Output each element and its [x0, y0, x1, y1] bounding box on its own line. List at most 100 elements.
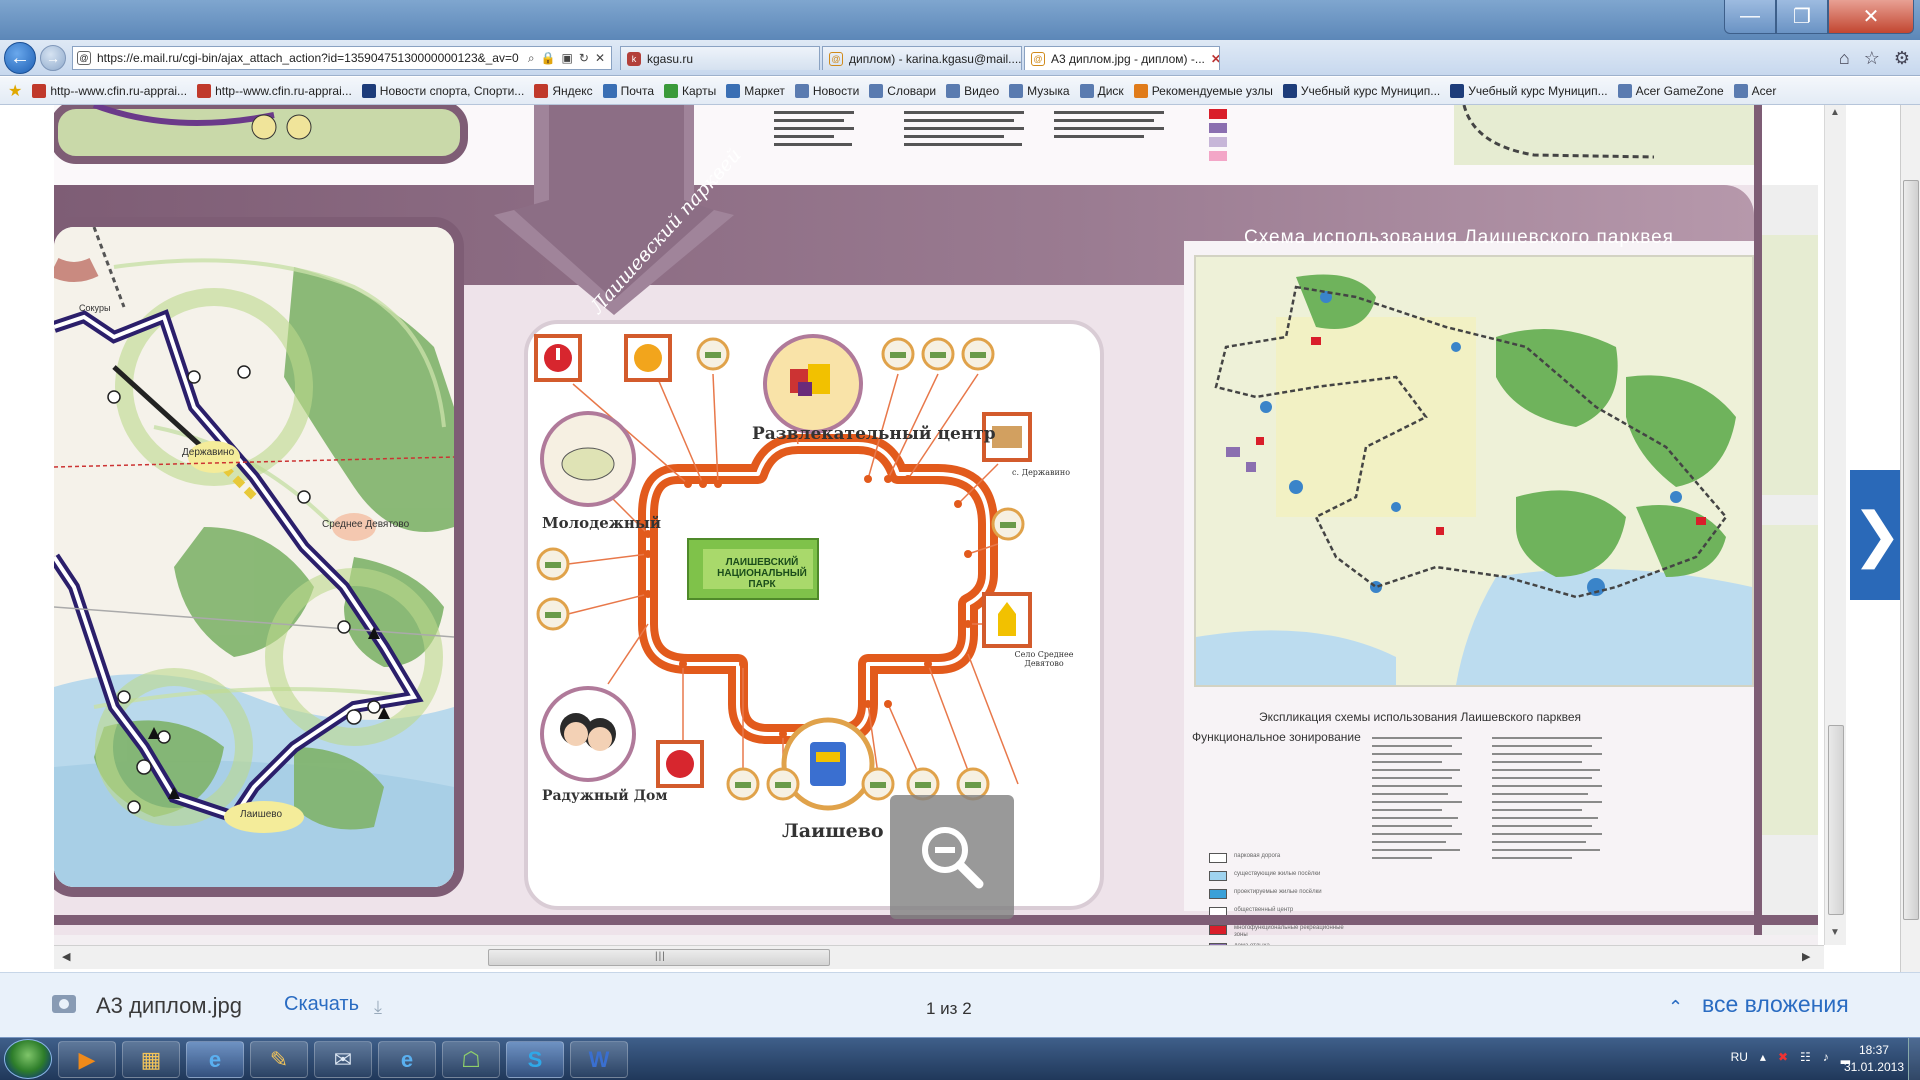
lock-icon[interactable]: 🔒	[541, 51, 556, 66]
functional-zoning-title: Функциональное зонирование	[1192, 730, 1361, 744]
favorite-label: Видео	[964, 83, 1000, 98]
site-favicon-icon: @	[77, 51, 91, 65]
favorite-link[interactable]: http--www.cfin.ru-apprai...	[197, 83, 352, 98]
favorite-label: Почта	[620, 83, 654, 98]
scroll-thumb[interactable]: |||	[488, 949, 830, 966]
window-title-bar: — ❐ ✕	[0, 0, 1920, 40]
grip-icon: |||	[655, 951, 666, 962]
favorite-label: Словари	[887, 83, 937, 98]
star-icon[interactable]: ☆	[1864, 48, 1880, 69]
minimize-button[interactable]: —	[1724, 0, 1776, 34]
gear-icon[interactable]: ⚙	[1894, 48, 1910, 69]
favorite-label: Новости	[812, 83, 860, 98]
scroll-left-icon[interactable]: ◀	[62, 950, 70, 963]
favorite-label: http--www.cfin.ru-apprai...	[215, 83, 352, 98]
taskbar-explorer[interactable]: ▦	[122, 1041, 180, 1078]
taskbar-people[interactable]: ☖	[442, 1041, 500, 1078]
browser-tools: ⌂ ☆ ⚙	[1839, 48, 1910, 69]
close-window-button[interactable]: ✕	[1828, 0, 1914, 34]
favorite-link[interactable]: Новости	[794, 83, 860, 98]
favorite-link[interactable]: Диск	[1079, 83, 1124, 98]
window-controls: — ❐ ✕	[1724, 0, 1914, 36]
close-tab-icon[interactable]: ✕	[1211, 52, 1219, 66]
search-icon[interactable]: ⌕	[528, 51, 535, 66]
clock[interactable]: 18:37 31.01.2013	[1844, 1042, 1904, 1076]
taskbar-mail[interactable]: ✉	[314, 1041, 372, 1078]
favorite-link[interactable]: Видео	[946, 83, 1000, 98]
scroll-up-icon[interactable]: ▲	[1830, 107, 1840, 118]
page-vertical-scrollbar[interactable]	[1900, 105, 1920, 972]
favorite-link[interactable]: Словари	[869, 83, 937, 98]
start-button[interactable]	[4, 1039, 52, 1079]
favorite-link[interactable]: Музыка	[1009, 83, 1070, 98]
scroll-thumb[interactable]	[1903, 180, 1919, 920]
clock-date: 31.01.2013	[1843, 1060, 1904, 1074]
kids-center-label: Радужный Дом	[542, 788, 668, 804]
legend-swatch	[1209, 871, 1227, 881]
parkway-diagram	[534, 334, 1032, 811]
scroll-thumb[interactable]	[1828, 725, 1844, 915]
image-vertical-scrollbar[interactable]: ▲ ▼	[1824, 105, 1846, 945]
show-desktop-button[interactable]	[1908, 1038, 1920, 1080]
tab-kgasu[interactable]: k kgasu.ru	[620, 46, 820, 70]
stop-icon[interactable]: ✕	[595, 51, 605, 66]
favorite-link[interactable]: Рекомендуемые узлы	[1133, 83, 1273, 98]
address-bar[interactable]: @ https://e.mail.ru/cgi-bin/ajax_attach_…	[72, 46, 612, 70]
tab-attachment[interactable]: @ А3 диплом.jpg - диплом) -... ✕	[1024, 46, 1220, 70]
download-link[interactable]: Скачать	[284, 993, 359, 1016]
arrow-left-icon: ←	[10, 46, 30, 69]
forward-button[interactable]: →	[40, 45, 66, 71]
favorite-link[interactable]: Acer	[1733, 83, 1776, 98]
favorite-label: Яндекс	[552, 83, 593, 98]
compat-icon[interactable]: ▣	[562, 51, 573, 66]
taskbar-skype[interactable]: S	[506, 1041, 564, 1078]
arrow-right-icon: →	[46, 50, 60, 66]
language-indicator[interactable]: RU	[1731, 1050, 1748, 1064]
all-attachments-link[interactable]: все вложения	[1702, 991, 1849, 1018]
favorite-link[interactable]: Учебный курс Муницип...	[1282, 83, 1440, 98]
favorite-link[interactable]: Карты	[664, 83, 716, 98]
bookmark-icon	[32, 83, 47, 98]
bookmark-icon	[1079, 83, 1094, 98]
taskbar-ie-2[interactable]: e	[378, 1041, 436, 1078]
tray-arrow-icon[interactable]: ▴	[1760, 1050, 1766, 1064]
favorite-label: http--www.cfin.ru-apprai...	[50, 83, 188, 98]
laishevo-label: Лаишево	[782, 820, 884, 842]
scroll-down-icon[interactable]: ▼	[1830, 927, 1840, 938]
scroll-right-icon[interactable]: ▶	[1802, 950, 1810, 963]
favorite-link[interactable]: Учебный курс Муницип...	[1450, 83, 1608, 98]
download-icon[interactable]: ⤓	[374, 997, 382, 1018]
home-icon[interactable]: ⌂	[1839, 48, 1850, 69]
favorites-star-icon[interactable]: ★	[8, 81, 22, 101]
paint-icon: ✎	[269, 1046, 289, 1072]
favorites-bar: ★ http--www.cfin.ru-apprai... http--www.c…	[0, 77, 1920, 105]
favorite-link[interactable]: Почта	[602, 83, 654, 98]
bookmark-icon	[1009, 83, 1024, 98]
address-url[interactable]: https://e.mail.ru/cgi-bin/ajax_attach_ac…	[97, 51, 522, 65]
favorite-link[interactable]: Acer GameZone	[1617, 83, 1724, 98]
maximize-button[interactable]: ❐	[1776, 0, 1828, 34]
network-icon[interactable]: ☷	[1800, 1050, 1811, 1064]
scheme-map-graphic	[1196, 257, 1752, 685]
favorite-link[interactable]: Маркет	[726, 83, 785, 98]
back-button[interactable]: ←	[4, 42, 36, 74]
zoom-out-button[interactable]	[890, 795, 1014, 919]
next-attachment-button[interactable]: ❯	[1850, 470, 1904, 600]
taskbar-word[interactable]: W	[570, 1041, 628, 1078]
bookmark-icon	[726, 83, 741, 98]
taskbar-ie[interactable]: e	[186, 1041, 244, 1078]
volume-icon[interactable]: ♪	[1823, 1050, 1829, 1064]
clock-time: 18:37	[1858, 1043, 1889, 1057]
favorite-link[interactable]: Яндекс	[534, 83, 593, 98]
antivirus-icon[interactable]: ✖	[1778, 1050, 1788, 1064]
chevron-up-icon[interactable]: ⌃	[1668, 997, 1683, 1018]
favorite-link[interactable]: http--www.cfin.ru-apprai...	[32, 83, 188, 98]
tab-mail[interactable]: @ диплом) - karina.kgasu@mail....	[822, 46, 1022, 70]
image-horizontal-scrollbar[interactable]: ◀ ||| ▶	[54, 945, 1824, 969]
taskbar-paint[interactable]: ✎	[250, 1041, 308, 1078]
refresh-icon[interactable]: ↻	[579, 51, 589, 66]
bookmark-icon	[1282, 83, 1297, 98]
mail-icon: ✉	[333, 1046, 353, 1072]
favorite-link[interactable]: Новости спорта, Спорти...	[361, 83, 524, 98]
taskbar-media-player[interactable]: ▶	[58, 1041, 116, 1078]
